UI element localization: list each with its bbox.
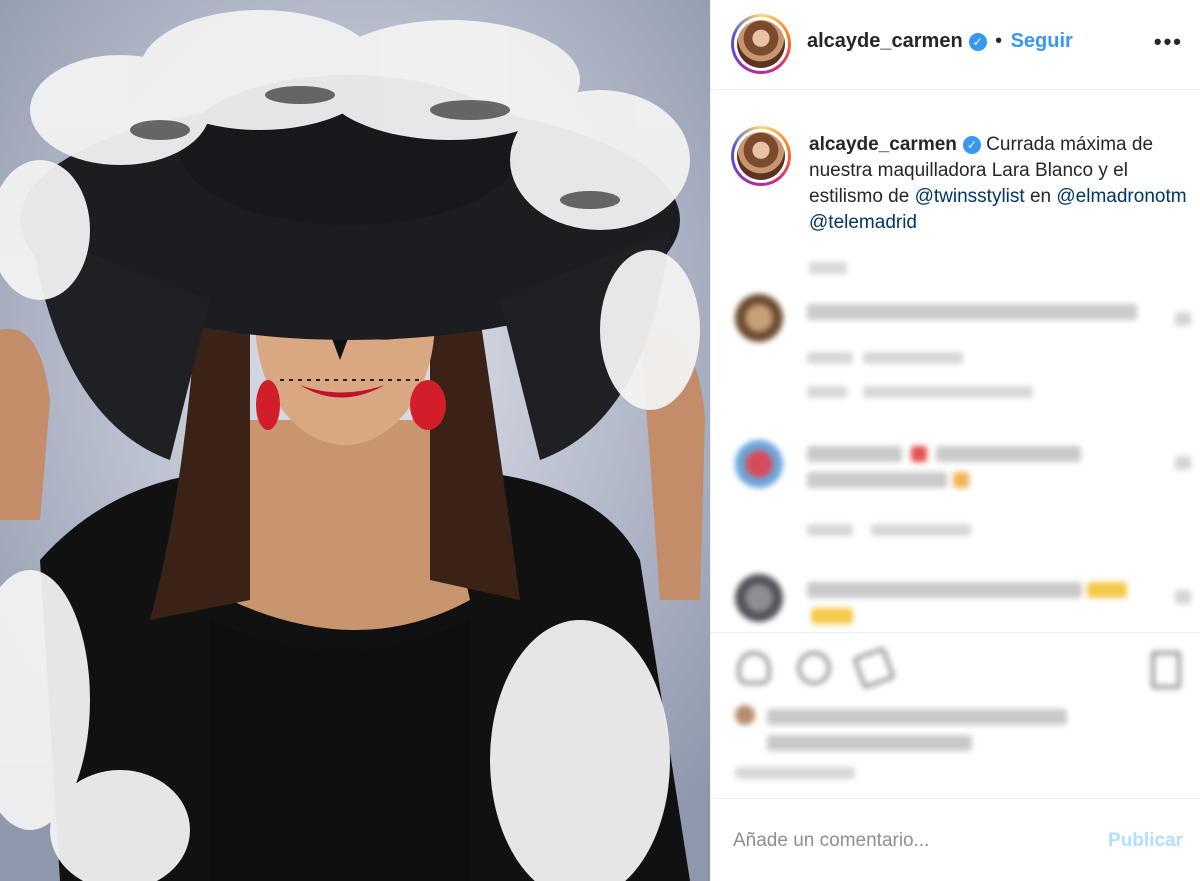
verified-badge-icon: ✓ [968, 33, 987, 51]
comment-icon[interactable] [797, 651, 831, 685]
heart-icon[interactable] [737, 651, 771, 685]
mention-link[interactable]: @telemadrid [809, 212, 917, 233]
publish-button[interactable]: Publicar [1108, 830, 1183, 852]
post-image[interactable] [0, 0, 710, 881]
follow-button[interactable]: Seguir [1011, 30, 1073, 52]
post-actions [711, 632, 1200, 798]
post-side-panel: alcayde_carmen ✓ • Seguir ••• alcayde_car… [710, 0, 1200, 881]
heart-icon [1175, 590, 1191, 604]
caption-text: alcayde_carmen ✓ Currada máxima de nuestr… [809, 132, 1194, 236]
verified-badge-icon: ✓ [962, 136, 981, 154]
caption-body-2: en [1024, 186, 1057, 207]
post-photo [0, 0, 710, 881]
heart-icon [1175, 312, 1191, 326]
post-header: alcayde_carmen ✓ • Seguir ••• [711, 0, 1200, 90]
header-username[interactable]: alcayde_carmen [807, 30, 963, 52]
caption-avatar[interactable] [731, 126, 791, 186]
header-separator: • [995, 30, 1003, 52]
mention-link[interactable]: @elmadronotm [1056, 186, 1186, 207]
more-options-icon[interactable]: ••• [1154, 31, 1183, 53]
bookmark-icon[interactable] [1151, 651, 1181, 689]
comment-avatar [735, 574, 783, 622]
comment-input[interactable] [733, 825, 1093, 857]
caption-username[interactable]: alcayde_carmen [809, 134, 957, 155]
mention-link[interactable]: @twinsstylist [915, 186, 1025, 207]
add-comment-bar: Publicar [711, 798, 1200, 881]
share-icon[interactable] [852, 646, 896, 690]
comment-avatar [735, 294, 783, 342]
heart-icon [1175, 456, 1191, 470]
liker-avatar [735, 705, 755, 725]
avatar[interactable] [731, 14, 791, 74]
comment-avatar [735, 440, 783, 488]
